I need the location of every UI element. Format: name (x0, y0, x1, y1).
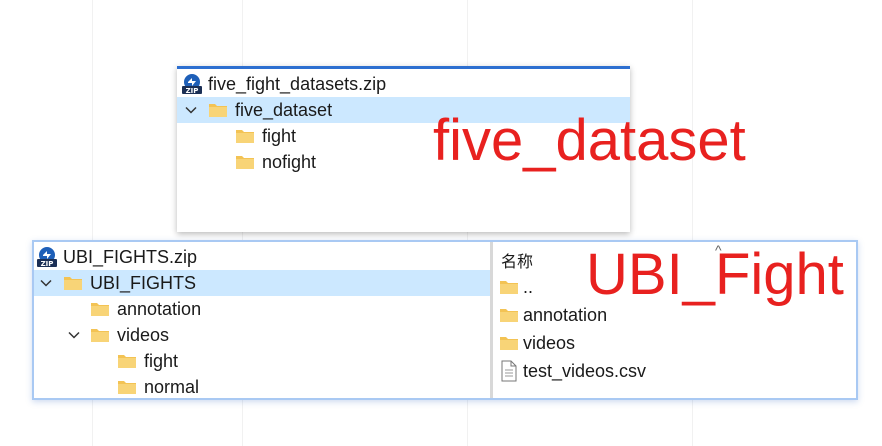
chevron-down-icon[interactable] (66, 327, 82, 343)
tree-item-ubi-fights[interactable]: UBI_FIGHTS (34, 270, 490, 296)
list-item-parent[interactable]: .. (499, 274, 533, 300)
archive-name: UBI_FIGHTS.zip (63, 246, 198, 267)
tree-item-label: videos (117, 324, 170, 345)
tree-item-videos[interactable]: videos (34, 322, 490, 348)
tree-item-fight[interactable]: fight (34, 348, 490, 374)
tree-item-label: UBI_FIGHTS (90, 272, 197, 293)
folder-icon (209, 104, 227, 117)
chevron-down-icon[interactable] (38, 275, 54, 291)
tree-item-label: fight (262, 125, 297, 146)
folder-tree-pane: ZIP UBI_FIGHTS.zip UBI_FIGHTS annotation (34, 242, 490, 398)
tree-item-annotation[interactable]: annotation (34, 296, 490, 322)
tree-item-normal[interactable]: normal (34, 374, 490, 400)
folder-icon (236, 156, 254, 169)
tree-item-label: normal (144, 376, 200, 397)
file-icon (501, 360, 517, 382)
svg-text:ZIP: ZIP (186, 87, 199, 95)
overlay-label-ubi-fight: UBI_Fight (586, 242, 844, 307)
overlay-label-five-dataset: five_dataset (433, 108, 746, 173)
zip-archive-icon: ZIP (182, 74, 202, 95)
tree-item-label: fight (144, 350, 179, 371)
list-item-videos[interactable]: videos (499, 330, 575, 356)
list-item-label: test_videos.csv (523, 360, 647, 381)
list-item-test-videos-csv[interactable]: test_videos.csv (499, 358, 646, 384)
list-item-label: videos (523, 332, 576, 353)
folder-icon (118, 355, 136, 368)
tree-item-label: nofight (262, 151, 317, 172)
archive-root-row[interactable]: ZIP UBI_FIGHTS.zip (34, 244, 490, 270)
folder-icon (91, 329, 109, 342)
folder-icon (91, 303, 109, 316)
column-header-name[interactable]: 名称 (501, 248, 533, 272)
folder-icon (118, 381, 136, 394)
chevron-down-icon[interactable] (183, 102, 199, 118)
tree-item-label: five_dataset (235, 99, 333, 120)
svg-text:ZIP: ZIP (41, 260, 54, 268)
archive-root-row[interactable]: ZIP five_fight_datasets.zip (177, 71, 630, 97)
zip-archive-icon: ZIP (37, 247, 57, 268)
tree-item-label: annotation (117, 298, 202, 319)
list-item-label: annotation (523, 304, 608, 325)
archive-name: five_fight_datasets.zip (208, 73, 387, 94)
folder-icon (500, 281, 518, 294)
folder-icon (64, 277, 82, 290)
folder-icon (236, 130, 254, 143)
list-item-label: .. (523, 276, 534, 297)
folder-icon (500, 337, 518, 350)
folder-icon (500, 309, 518, 322)
